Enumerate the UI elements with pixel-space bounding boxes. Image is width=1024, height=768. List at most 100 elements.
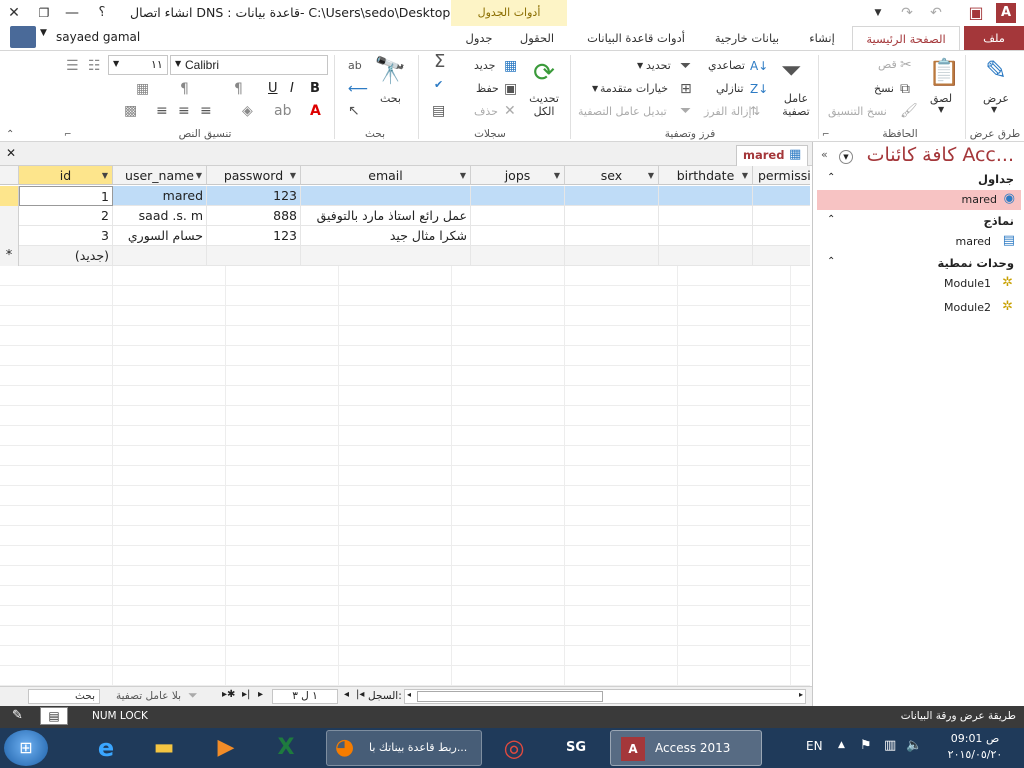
clock-time[interactable]: 09:01 ص: [940, 732, 1010, 745]
filter-button[interactable]: عامل تصفية: [781, 92, 811, 118]
cell-password[interactable]: [207, 246, 301, 266]
tab-home[interactable]: الصفحة الرئيسية: [852, 26, 960, 50]
sort-descending-button[interactable]: تنازلي: [716, 82, 744, 95]
clipboard-launcher-icon[interactable]: ⌐: [822, 127, 830, 143]
close-icon[interactable]: ✕: [0, 0, 28, 26]
nav-item-mared-table[interactable]: mared ◉: [817, 190, 1021, 210]
row-selector[interactable]: [0, 186, 19, 206]
chevron-down-icon[interactable]: ▼: [196, 166, 202, 185]
chevron-down-icon[interactable]: ▼: [648, 166, 654, 185]
nav-item-module1[interactable]: Module1 ✲: [817, 274, 1021, 294]
ie-icon[interactable]: e: [82, 730, 130, 766]
taskbar-firefox[interactable]: ◕ ربط قاعدة بيناتك با...: [326, 730, 482, 766]
modules-header[interactable]: وحدات نمطية: [938, 256, 1014, 270]
chevron-down-icon[interactable]: ▼: [102, 166, 108, 185]
undo-icon[interactable]: ↶: [922, 0, 950, 26]
selection-button[interactable]: تحديد: [646, 59, 671, 72]
cell-user-name[interactable]: [113, 246, 207, 266]
column-header-permissions[interactable]: permissi: [753, 166, 810, 185]
collapse-tables-icon[interactable]: ⌃: [827, 172, 835, 183]
user-name[interactable]: sayaed gamal: [56, 26, 140, 48]
cell-birthdate[interactable]: [659, 206, 753, 226]
column-header-id[interactable]: id ▼: [19, 166, 113, 185]
cell-id[interactable]: 2: [19, 206, 113, 226]
scroll-right-icon[interactable]: ▸: [799, 690, 803, 699]
toggle-filter-button[interactable]: تبديل عامل التصفية: [578, 105, 667, 118]
previous-record-icon[interactable]: ◂: [344, 689, 349, 700]
paste-icon[interactable]: 📋: [928, 57, 960, 89]
next-record-icon[interactable]: ▸: [258, 689, 263, 700]
highlight-icon[interactable]: ab: [274, 103, 291, 119]
save-record-button[interactable]: حفظ: [476, 82, 499, 95]
rtl-icon[interactable]: ¶: [234, 81, 243, 97]
app-sg-icon[interactable]: SG: [552, 730, 600, 766]
column-header-birthdate[interactable]: birthdate ▼: [659, 166, 753, 185]
doc-tab-mared[interactable]: mared ▦: [736, 145, 808, 166]
search-input[interactable]: بحث: [28, 689, 100, 704]
clock-date[interactable]: ٢٠١٥/٠٥/٢٠: [940, 748, 1010, 761]
bullets-icon[interactable]: ☰: [66, 58, 79, 74]
tab-table[interactable]: جدول: [456, 26, 502, 50]
delete-record-button[interactable]: حذف: [474, 105, 498, 118]
cell-email[interactable]: [301, 246, 471, 266]
pane-collapse-icon[interactable]: «: [821, 148, 828, 161]
cell-jops[interactable]: [471, 246, 565, 266]
paste-button[interactable]: لصق: [930, 92, 952, 105]
cell-birthdate[interactable]: [659, 226, 753, 246]
format-painter-button[interactable]: نسخ التنسيق: [828, 105, 887, 118]
explorer-icon[interactable]: ▬: [140, 730, 188, 766]
scroll-left-icon[interactable]: ◂: [407, 690, 411, 699]
font-size-dropdown[interactable]: ١١ ▼: [108, 55, 168, 75]
select-all-corner[interactable]: [0, 166, 19, 185]
cut-icon[interactable]: ✂: [900, 57, 912, 73]
chrome-icon[interactable]: ◎: [490, 730, 538, 766]
table-row[interactable]: 3 حسام السوري 123 شكرا مثال جيد: [0, 226, 810, 246]
bold-button[interactable]: B: [310, 81, 320, 96]
format-painter-icon[interactable]: 🖌: [900, 103, 918, 119]
tab-database-tools[interactable]: أدوات قاعدة البيانات: [580, 26, 692, 50]
align-left-icon[interactable]: ≡: [156, 103, 168, 119]
cut-button[interactable]: قص: [878, 58, 897, 71]
cell-birthdate[interactable]: [659, 246, 753, 266]
font-name-dropdown[interactable]: Calibri ▼: [170, 55, 328, 75]
font-color-icon[interactable]: A: [310, 103, 321, 119]
new-record-button[interactable]: جديد: [474, 59, 495, 72]
cell-user-name[interactable]: saad .s. m: [113, 206, 207, 226]
cell-password[interactable]: 123: [207, 186, 301, 206]
view-button[interactable]: عرض: [983, 92, 1009, 105]
new-record-nav-icon[interactable]: ▸✱: [222, 689, 235, 700]
close-document-icon[interactable]: ✕: [6, 146, 16, 160]
tab-create[interactable]: إنشاء: [798, 26, 846, 50]
column-header-user-name[interactable]: user_name ▼: [113, 166, 207, 185]
action-center-icon[interactable]: ⚑: [860, 738, 872, 753]
save-record-icon[interactable]: ▣: [504, 81, 517, 97]
sort-ascending-icon[interactable]: A↓: [750, 58, 768, 74]
totals-icon[interactable]: Σ: [434, 53, 445, 71]
column-header-sex[interactable]: sex ▼: [565, 166, 659, 185]
toggle-filter-icon[interactable]: ⏷: [680, 103, 691, 119]
copy-button[interactable]: نسخ: [874, 82, 894, 95]
new-record-row[interactable]: * (جديد): [0, 246, 810, 266]
selection-dropdown-icon[interactable]: ▼: [637, 61, 643, 70]
nav-item-mared-form[interactable]: mared ▤: [817, 232, 1021, 252]
numbering-icon[interactable]: ☷: [88, 58, 101, 74]
chevron-down-icon[interactable]: ▼: [742, 166, 748, 185]
ltr-icon[interactable]: ¶: [180, 81, 189, 97]
goto-icon[interactable]: ⟵: [348, 81, 368, 97]
view-dropdown-icon[interactable]: ▼: [991, 105, 997, 114]
underline-button[interactable]: U: [268, 81, 278, 96]
design-view-icon[interactable]: ✎: [12, 708, 23, 723]
remove-sort-button[interactable]: إزالة الفرز: [704, 105, 752, 118]
cell-user-name[interactable]: mared: [113, 186, 207, 206]
cell-sex[interactable]: [565, 206, 659, 226]
no-filter-label[interactable]: بلا عامل تصفية: [116, 690, 181, 702]
start-button-icon[interactable]: ⊞: [4, 730, 48, 766]
volume-icon[interactable]: 🔈: [906, 738, 922, 753]
cell-sex[interactable]: [565, 226, 659, 246]
qat-dropdown-icon[interactable]: ▼: [864, 0, 892, 26]
save-icon[interactable]: ▣: [962, 0, 990, 26]
cell-id[interactable]: 3: [19, 226, 113, 246]
cell-jops[interactable]: [471, 186, 565, 206]
cell-password[interactable]: 888: [207, 206, 301, 226]
spelling-icon[interactable]: ✔: [434, 77, 443, 93]
